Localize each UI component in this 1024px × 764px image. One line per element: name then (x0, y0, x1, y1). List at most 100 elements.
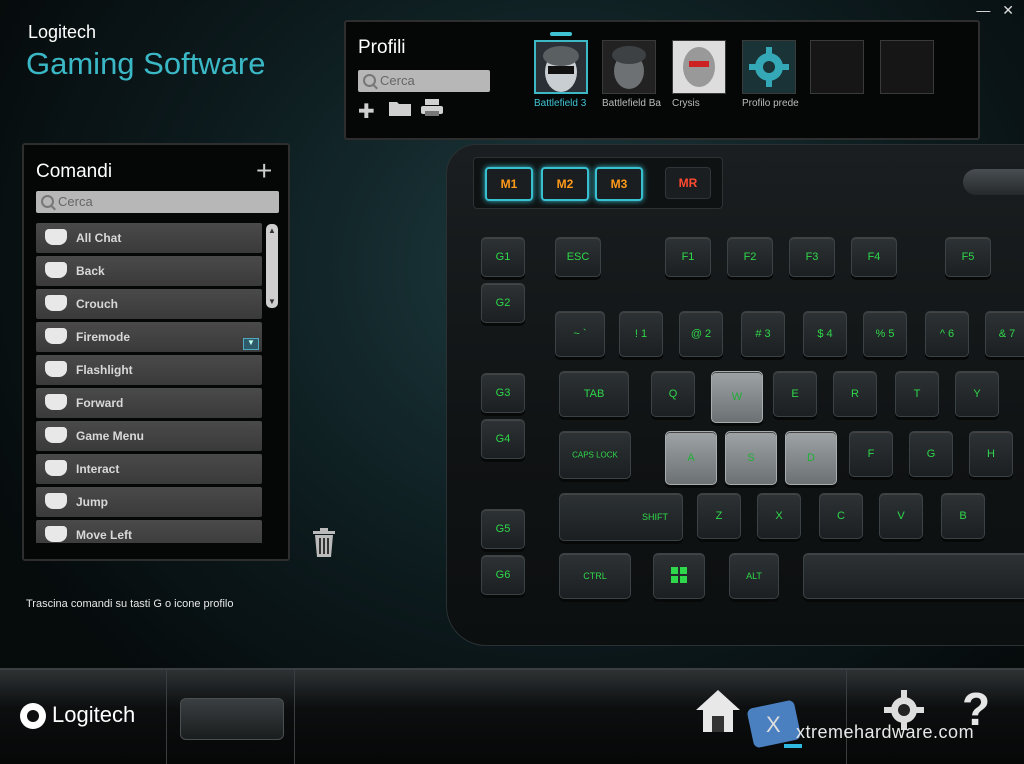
profile-battlefield-3[interactable]: Battlefield 3 (534, 32, 590, 109)
add-icon[interactable]: ✚ (358, 99, 375, 124)
t-key[interactable]: T (895, 371, 939, 417)
x-key[interactable]: X (757, 493, 801, 539)
tilde-key[interactable]: ~ ` (555, 311, 605, 357)
command-item[interactable]: Flashlight (36, 355, 262, 385)
f2-key[interactable]: F2 (727, 237, 773, 277)
f1-key[interactable]: F1 (665, 237, 711, 277)
g5-key[interactable]: G5 (481, 509, 525, 549)
shift-key[interactable]: SHIFT (559, 493, 683, 541)
logitech-logo: Logitech (20, 702, 135, 730)
key-6[interactable]: ^ 6 (925, 311, 969, 357)
key-1[interactable]: ! 1 (619, 311, 663, 357)
g1-key[interactable]: G1 (481, 237, 525, 277)
command-item[interactable]: Jump (36, 487, 262, 517)
scroll-down-icon[interactable]: ▼ (266, 297, 278, 306)
caps-lock-key[interactable]: CAPS LOCK (559, 431, 631, 479)
printer-icon[interactable] (420, 98, 444, 124)
g-key[interactable]: G (909, 431, 953, 477)
command-item[interactable]: Game Menu (36, 421, 262, 451)
add-command-button[interactable]: + (256, 155, 272, 187)
f3-key[interactable]: F3 (789, 237, 835, 277)
y-key[interactable]: Y (955, 371, 999, 417)
commands-list: All Chat Back Crouch Firemode ▼ Flashligh… (36, 223, 262, 543)
z-key[interactable]: Z (697, 493, 741, 539)
command-item[interactable]: Interact (36, 454, 262, 484)
command-item[interactable]: All Chat (36, 223, 262, 253)
key-2[interactable]: @ 2 (679, 311, 723, 357)
m3-key[interactable]: M3 (595, 167, 643, 201)
command-item[interactable]: Forward (36, 388, 262, 418)
esc-key[interactable]: ESC (555, 237, 601, 277)
key-4[interactable]: $ 4 (803, 311, 847, 357)
device-keyboard-thumbnail[interactable] (180, 698, 284, 740)
r-key[interactable]: R (833, 371, 877, 417)
close-button[interactable]: ✕ (1002, 2, 1014, 18)
h-key[interactable]: H (969, 431, 1013, 477)
commands-search-input[interactable]: Cerca (36, 191, 279, 213)
command-item[interactable]: Crouch (36, 289, 262, 319)
profile-default[interactable]: Profilo prede (742, 40, 799, 109)
profile-thumbnail (672, 40, 726, 94)
m1-key[interactable]: M1 (485, 167, 533, 201)
key-5[interactable]: % 5 (863, 311, 907, 357)
w-key[interactable]: W (711, 371, 763, 423)
alt-key[interactable]: ALT (729, 553, 779, 599)
scroll-up-icon[interactable]: ▲ (266, 226, 278, 235)
c-key[interactable]: C (819, 493, 863, 539)
b-key[interactable]: B (941, 493, 985, 539)
command-item[interactable]: Back (36, 256, 262, 286)
divider (846, 670, 847, 764)
minimize-button[interactable]: — (976, 2, 990, 18)
m2-key[interactable]: M2 (541, 167, 589, 201)
home-icon[interactable] (694, 686, 742, 736)
s-key[interactable]: S (725, 431, 777, 485)
g2-key[interactable]: G2 (481, 283, 525, 323)
ctrl-key[interactable]: CTRL (559, 553, 631, 599)
g6-key[interactable]: G6 (481, 555, 525, 595)
trash-icon[interactable] (312, 528, 336, 558)
profile-thumbnail (534, 40, 588, 94)
a-key[interactable]: A (665, 431, 717, 485)
chevron-down-icon[interactable]: ▼ (243, 338, 259, 350)
profile-crysis[interactable]: Crysis (672, 40, 728, 109)
d-key[interactable]: D (785, 431, 837, 485)
f5-key[interactable]: F5 (945, 237, 991, 277)
mr-key[interactable]: MR (665, 167, 711, 199)
command-item[interactable]: Move Left (36, 520, 262, 543)
gear-icon (749, 47, 789, 87)
v-key[interactable]: V (879, 493, 923, 539)
tab-key[interactable]: TAB (559, 371, 629, 417)
command-item[interactable]: Firemode ▼ (36, 322, 262, 352)
f4-key[interactable]: F4 (851, 237, 897, 277)
folder-icon[interactable] (388, 99, 412, 123)
profiles-panel: Profili Cerca ✚ Battlefield 3 Battlefiel… (344, 20, 980, 140)
profile-label: Profilo prede (742, 98, 799, 109)
profiles-title: Profili (358, 37, 406, 58)
key-icon (45, 262, 67, 278)
profile-label: Battlefield 3 (534, 98, 587, 109)
windows-key[interactable] (653, 553, 705, 599)
profiles-search-input[interactable]: Cerca (358, 70, 490, 92)
profiles-search-placeholder: Cerca (380, 73, 415, 88)
key-7[interactable]: & 7 (985, 311, 1024, 357)
spacebar-key[interactable] (803, 553, 1024, 599)
f-key[interactable]: F (849, 431, 893, 477)
logitech-logo-icon (20, 703, 46, 730)
key-icon (45, 229, 67, 245)
divider (166, 670, 167, 764)
e-key[interactable]: E (773, 371, 817, 417)
commands-panel: Comandi + Cerca All Chat Back Crouch Fir… (22, 143, 290, 561)
key-3[interactable]: # 3 (741, 311, 785, 357)
app-title: Gaming Software (26, 46, 266, 81)
profile-thumbnail (810, 40, 864, 94)
g4-key[interactable]: G4 (481, 419, 525, 459)
drag-hint-text: Trascina comandi su tasti G o icone prof… (26, 598, 234, 610)
commands-search-placeholder: Cerca (58, 194, 93, 209)
profile-battlefield-bad-company[interactable]: Battlefield Ba (602, 40, 661, 109)
commands-scrollbar[interactable]: ▲ ▼ (266, 224, 278, 308)
q-key[interactable]: Q (651, 371, 695, 417)
profile-empty-slot[interactable] (810, 40, 866, 94)
profile-empty-slot[interactable] (880, 40, 936, 94)
key-icon (45, 526, 67, 542)
g3-key[interactable]: G3 (481, 373, 525, 413)
